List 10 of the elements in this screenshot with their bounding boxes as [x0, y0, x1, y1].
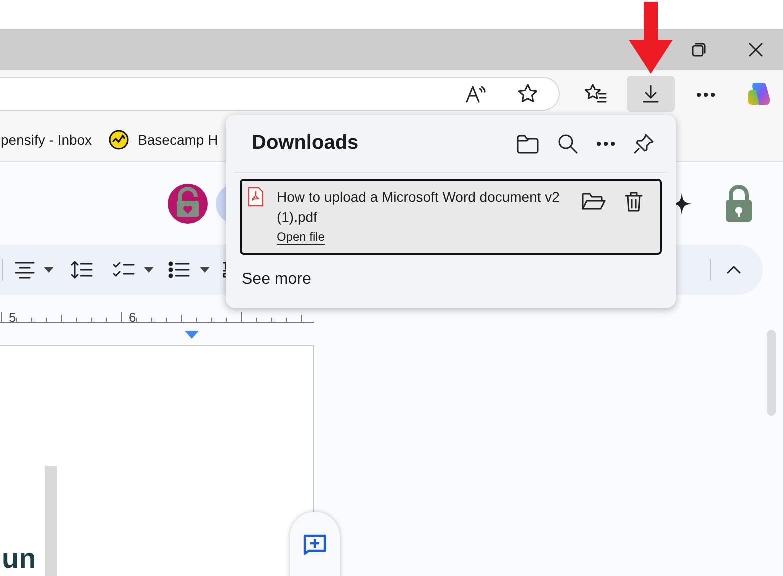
- panel-title: Downloads: [252, 132, 359, 155]
- bookmark-label[interactable]: pensify - Inbox: [1, 132, 92, 148]
- see-more-link[interactable]: See more: [242, 271, 312, 289]
- file-name: How to upload a Microsoft Word document v2 (1).pdf: [276, 188, 561, 227]
- open-file-link[interactable]: Open file: [276, 230, 325, 245]
- ruler-number: 5: [9, 310, 16, 325]
- ruler-number: 6: [129, 310, 136, 325]
- download-item[interactable]: How to upload a Microsoft Word document v2 (1).pdf Open file: [240, 179, 662, 255]
- bookmark-label[interactable]: Basecamp H: [138, 132, 218, 148]
- document-text: un: [2, 545, 36, 573]
